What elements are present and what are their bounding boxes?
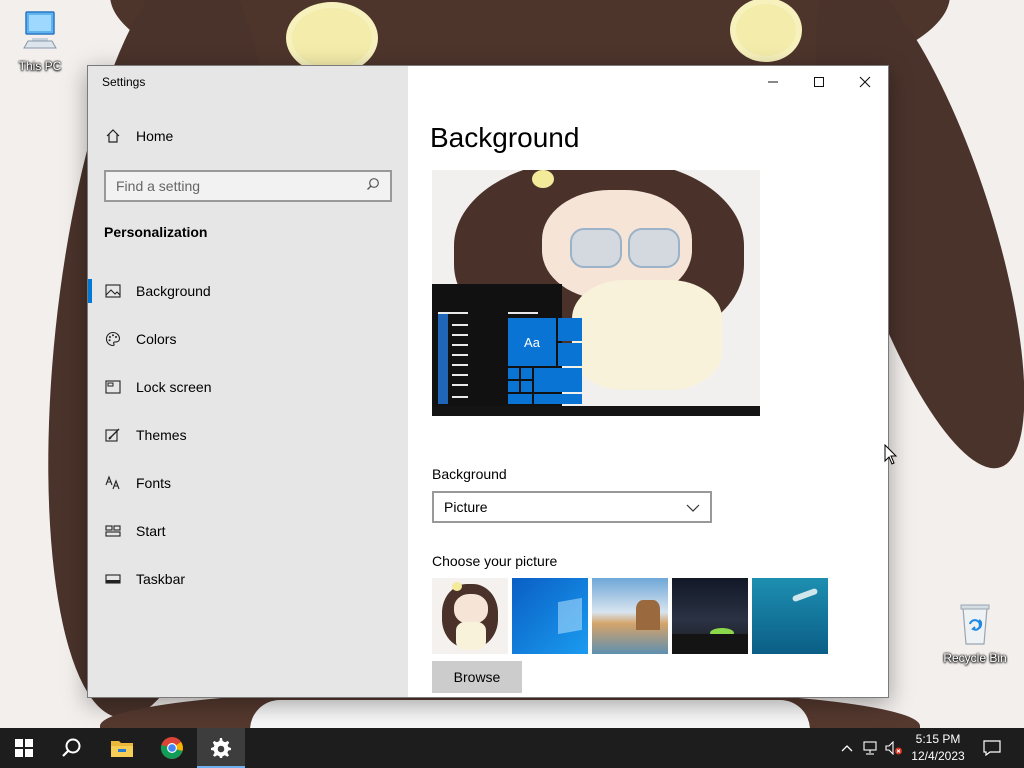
taskbar-clock[interactable]: 5:15 PM 12/4/2023 [905, 731, 971, 765]
nav-item-label: Start [136, 523, 166, 539]
nav-item-background[interactable]: Background [88, 267, 408, 315]
nav-item-label: Taskbar [136, 571, 186, 587]
mouse-cursor-icon [884, 444, 898, 465]
clock-date: 12/4/2023 [911, 749, 965, 763]
nav-list: Background Colors Lock screen Themes Fon… [88, 267, 408, 603]
nav-home[interactable]: Home [104, 128, 173, 144]
recycle-bin-icon [937, 602, 1013, 649]
taskbar-icon [104, 574, 122, 584]
picture-thumbnail-character[interactable] [432, 578, 508, 654]
taskbar-preview [432, 406, 760, 416]
this-pc-icon [2, 10, 78, 57]
network-icon [863, 741, 877, 755]
show-hidden-icons-button[interactable] [838, 728, 856, 768]
fonts-icon [104, 475, 122, 491]
nav-home-label: Home [136, 128, 174, 144]
background-label: Background [432, 466, 507, 482]
desktop-icon-label: Recycle Bin [943, 651, 1007, 665]
close-button[interactable] [842, 66, 888, 98]
minimize-icon [768, 81, 778, 83]
nav-item-fonts[interactable]: Fonts [88, 459, 408, 507]
chrome-button[interactable] [148, 728, 196, 768]
browse-button[interactable]: Browse [432, 661, 522, 693]
home-icon [104, 128, 122, 144]
start-icon [104, 525, 122, 537]
picture-icon [104, 284, 122, 298]
nav-item-label: Themes [136, 427, 187, 443]
chevron-up-icon [841, 745, 853, 752]
maximize-button[interactable] [796, 66, 842, 98]
volume-tray-button[interactable] [884, 728, 904, 768]
picture-thumbnails [432, 578, 828, 654]
notification-icon [983, 740, 1001, 756]
file-explorer-button[interactable] [98, 728, 146, 768]
background-dropdown[interactable]: Picture [432, 491, 712, 523]
settings-taskbar-button[interactable] [197, 728, 245, 768]
nav-item-label: Background [136, 283, 211, 299]
search-icon[interactable] [366, 177, 380, 196]
nav-item-label: Fonts [136, 475, 172, 491]
nav-item-themes[interactable]: Themes [88, 411, 408, 459]
window-title: Settings [102, 75, 146, 89]
action-center-button[interactable] [978, 728, 1006, 768]
search-icon [62, 738, 81, 757]
chrome-icon [160, 737, 183, 759]
clock-time: 5:15 PM [915, 732, 961, 746]
themes-icon [104, 427, 122, 443]
start-menu-preview: Aa [432, 284, 582, 406]
nav-item-label: Lock screen [136, 379, 212, 395]
nav-item-taskbar[interactable]: Taskbar [88, 555, 408, 603]
section-title: Personalization [104, 224, 208, 240]
start-button[interactable] [0, 728, 48, 768]
choose-picture-label: Choose your picture [432, 553, 558, 569]
nav-item-start[interactable]: Start [88, 507, 408, 555]
search-input[interactable] [116, 178, 366, 194]
preview-tile-text: Aa [508, 318, 556, 366]
settings-sidebar: Settings Home Personalization Background [88, 66, 408, 697]
lock-screen-icon [104, 380, 122, 394]
search-button[interactable] [48, 728, 96, 768]
settings-icon [211, 738, 231, 758]
taskbar: 5:15 PM 12/4/2023 [0, 728, 1024, 768]
desktop-icon-recycle-bin[interactable]: Recycle Bin [937, 602, 1013, 665]
nav-item-label: Colors [136, 331, 177, 347]
picture-thumbnail-windows[interactable] [512, 578, 588, 654]
settings-content: Background Aa Background Picture Choose … [408, 66, 888, 697]
search-box[interactable] [104, 170, 392, 202]
nav-item-lock-screen[interactable]: Lock screen [88, 363, 408, 411]
nav-item-colors[interactable]: Colors [88, 315, 408, 363]
desktop-icon-label: This PC [18, 59, 62, 73]
background-dropdown-value: Picture [444, 499, 488, 515]
desktop-preview: Aa [432, 170, 760, 416]
volume-muted-icon [885, 741, 902, 755]
network-tray-button[interactable] [860, 728, 880, 768]
picture-thumbnail-beach[interactable] [592, 578, 668, 654]
palette-icon [104, 331, 122, 347]
close-icon [859, 76, 871, 88]
minimize-button[interactable] [750, 66, 796, 98]
page-title: Background [430, 122, 580, 153]
desktop-icon-this-pc[interactable]: This PC [2, 10, 78, 73]
settings-window: Settings Home Personalization Background [87, 65, 889, 698]
chevron-down-icon [686, 499, 700, 515]
picture-thumbnail-underwater[interactable] [752, 578, 828, 654]
maximize-icon [814, 77, 824, 87]
picture-thumbnail-night-sky[interactable] [672, 578, 748, 654]
file-explorer-icon [111, 741, 133, 757]
windows-logo-icon [15, 739, 33, 757]
